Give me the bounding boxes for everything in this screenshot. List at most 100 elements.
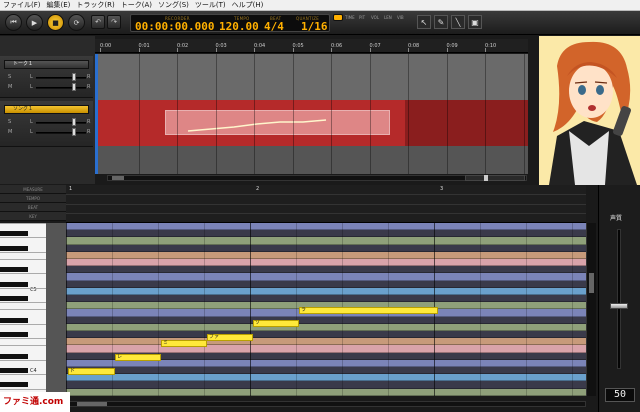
solo-button[interactable]: S <box>8 74 11 80</box>
play-icon: ▶ <box>31 18 38 27</box>
menu-file[interactable]: ファイル(F) <box>3 0 41 10</box>
note-re[interactable]: レ <box>115 354 161 361</box>
redo-icon: ↷ <box>111 18 117 26</box>
redo-button[interactable]: ↷ <box>107 15 121 29</box>
ruler-tick: 0:00 <box>100 43 112 49</box>
mode-vib[interactable]: VIB <box>397 15 404 23</box>
menu-edit[interactable]: 編集(E) <box>47 0 71 10</box>
mode-vol[interactable]: VOL <box>371 15 379 23</box>
note-do[interactable]: ド <box>68 368 115 375</box>
tempo-row-label: TEMPO <box>0 194 66 203</box>
ruler-tick: 0:06 <box>331 43 343 49</box>
voice-quality-title: 声質 <box>610 215 623 222</box>
pan-left-label: L <box>30 74 33 80</box>
arranger-hscroll[interactable] <box>107 175 527 181</box>
note-fa[interactable]: ファ <box>207 334 253 341</box>
menu-track[interactable]: トラック(R) <box>76 0 114 10</box>
note-so[interactable]: ソ <box>253 320 299 327</box>
playhead[interactable] <box>95 54 98 174</box>
undo-button[interactable]: ↶ <box>91 15 105 29</box>
pan-right-label: R <box>87 119 91 125</box>
time-ruler[interactable]: 0:00 0:01 0:02 0:03 0:04 0:05 0:06 0:07 0:08 0:09… <box>95 39 528 53</box>
voice-quality-rail[interactable] <box>617 229 621 369</box>
recorder-time: 00:00:00.000 <box>135 20 215 33</box>
menu-talk[interactable]: トーク(A) <box>121 0 152 10</box>
vol-right-label: R <box>87 84 91 90</box>
menu-bar: ファイル(F) 編集(E) トラック(R) トーク(A) ソング(S) ツール(… <box>0 0 640 11</box>
key-gutter <box>46 223 66 396</box>
measure-1: 1 <box>69 186 73 192</box>
menu-tools[interactable]: ツール(T) <box>195 0 226 10</box>
toolbar: ⏮ ▶ ■ ⟳ ↶ ↷ RECORDER 00:00:00.000 TEMPO … <box>0 11 640 35</box>
skip-back-icon: ⏮ <box>10 18 17 26</box>
voice-quality-thumb[interactable] <box>610 303 628 309</box>
zoom-slider[interactable] <box>465 175 525 181</box>
window-icon: ▣ <box>471 17 479 27</box>
volume-knob[interactable] <box>72 83 76 91</box>
key-label-c4: C4 <box>30 368 37 374</box>
track-name-song[interactable]: ソング１ <box>4 105 89 114</box>
clip-pitch-preview <box>187 119 327 132</box>
beat-value[interactable]: 4/4 <box>264 20 284 33</box>
menu-song[interactable]: ソング(S) <box>158 0 189 10</box>
stop-button[interactable]: ■ <box>47 14 64 31</box>
loop-icon: ⟳ <box>73 18 80 27</box>
mute-button[interactable]: M <box>8 84 12 90</box>
loop-button[interactable]: ⟳ <box>68 14 85 31</box>
track-header-song: ソング１ S M L L R R <box>0 101 93 147</box>
pan-knob[interactable] <box>72 73 76 81</box>
pan-slider[interactable] <box>36 122 86 124</box>
voice-quality-panel: 声質 50 <box>598 185 640 412</box>
song-region-after <box>405 100 528 146</box>
ruler-tick: 0:03 <box>215 43 227 49</box>
line-icon: ╲ <box>455 17 461 27</box>
ruler-tick: 0:02 <box>177 43 189 49</box>
note-mi[interactable]: ミ <box>161 340 207 347</box>
piano-roll-header-labels: MEASURE TEMPO BEAT KEY <box>0 185 66 221</box>
vol-left-label: L <box>30 129 33 135</box>
mute-button[interactable]: M <box>8 129 12 135</box>
mode-len[interactable]: LEN <box>384 15 392 23</box>
volume-slider[interactable] <box>36 87 86 89</box>
select-tool-button[interactable]: ↖ <box>417 15 431 29</box>
mode-indicator[interactable] <box>333 14 343 21</box>
pan-left-label: L <box>30 119 33 125</box>
piano-roll-vscroll[interactable] <box>586 223 596 396</box>
quantize-value[interactable]: 1/16 <box>301 20 328 33</box>
piano-keyboard[interactable]: C5 C4 <box>0 223 46 396</box>
mode-time[interactable]: TIME <box>345 15 355 23</box>
measure-3: 3 <box>440 186 444 192</box>
empty-track-lane[interactable] <box>95 146 528 174</box>
undo-icon: ↶ <box>95 18 101 26</box>
rewind-button[interactable]: ⏮ <box>5 14 22 31</box>
window-button[interactable]: ▣ <box>468 15 482 29</box>
pan-slider[interactable] <box>36 77 86 79</box>
piano-roll-grid[interactable]: ド レ ミ ファ ソ ラ <box>66 223 586 396</box>
menu-help[interactable]: ヘルプ(H) <box>232 0 264 10</box>
key-row-label: KEY <box>0 212 66 221</box>
volume-slider[interactable] <box>36 132 86 134</box>
pencil-tool-button[interactable]: ✎ <box>434 15 448 29</box>
piano-roll-hscroll[interactable] <box>66 401 586 407</box>
song-track-lane[interactable] <box>95 100 528 146</box>
song-clip[interactable] <box>165 110 390 135</box>
solo-button[interactable]: S <box>8 119 11 125</box>
volume-knob[interactable] <box>72 128 76 136</box>
talk-track-lane[interactable] <box>95 54 528 100</box>
mode-pit[interactable]: PIT <box>359 15 365 23</box>
vol-left-label: L <box>30 84 33 90</box>
measure-2: 2 <box>256 186 260 192</box>
ruler-tick: 0:05 <box>292 43 304 49</box>
pencil-icon: ✎ <box>437 17 445 27</box>
vol-right-label: R <box>87 129 91 135</box>
ruler-tick: 0:07 <box>369 43 381 49</box>
pan-knob[interactable] <box>72 118 76 126</box>
play-button[interactable]: ▶ <box>26 14 43 31</box>
line-tool-button[interactable]: ╲ <box>451 15 465 29</box>
tempo-value[interactable]: 120.00 <box>219 20 259 33</box>
track-name-talk[interactable]: トーク１ <box>4 60 89 69</box>
note-ra[interactable]: ラ <box>299 307 438 314</box>
ruler-tick: 0:01 <box>138 43 150 49</box>
piano-roll-header[interactable]: 1 2 3 <box>66 185 586 223</box>
voice-quality-value: 50 <box>605 388 635 402</box>
